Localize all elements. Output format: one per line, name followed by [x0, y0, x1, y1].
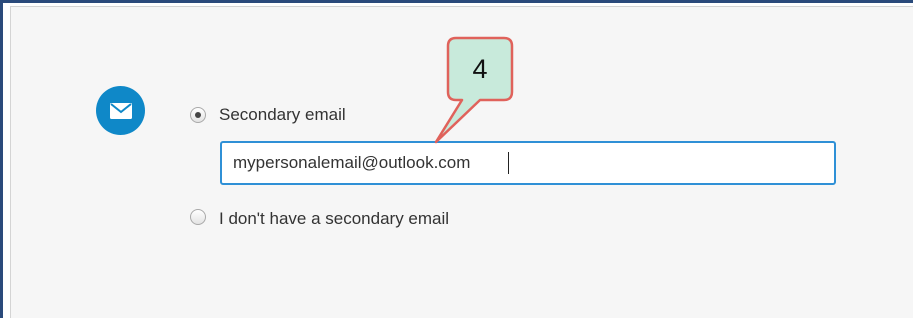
secondary-email-input[interactable]: [220, 141, 836, 185]
no-secondary-email-label: I don't have a secondary email: [219, 209, 450, 228]
text-cursor: [508, 152, 509, 174]
secondary-email-label: Secondary email: [219, 105, 346, 124]
envelope-icon: [96, 86, 145, 135]
step-number: 4: [472, 53, 488, 84]
no-secondary-email-radio[interactable]: [190, 209, 206, 225]
secondary-email-radio[interactable]: [190, 107, 206, 123]
